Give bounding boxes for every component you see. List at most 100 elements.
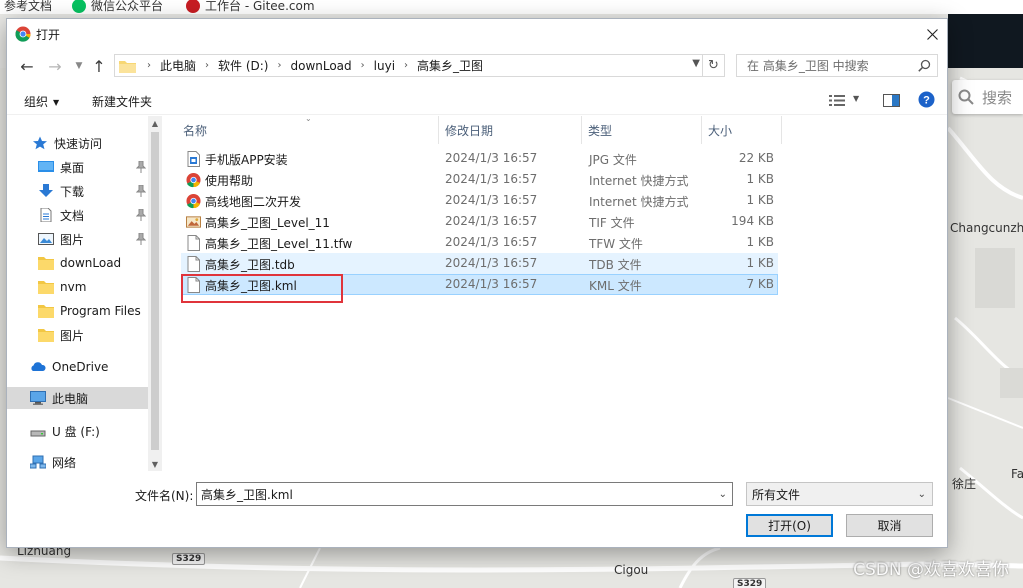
column-label: 类型 [588,123,613,138]
file-row[interactable]: 使用帮助 2024/1/3 16:57 Internet 快捷方式 1 KB [181,169,778,190]
scroll-down-icon[interactable]: ▼ [148,457,162,471]
nav-folder-pictures[interactable]: 图片 [7,324,148,346]
open-button[interactable]: 打开(O) [746,514,833,537]
up-arrow-icon: ↑ [92,56,106,76]
breadcrumb-item[interactable]: 高集乡_卫图 [417,57,483,74]
column-size[interactable]: 大小 [702,116,782,144]
filename-field[interactable]: 高集乡_卫图.kml ⌄ [196,482,733,506]
address-dropdown-icon[interactable]: ▼ [692,58,700,69]
up-button[interactable]: ↑ [89,56,109,76]
filename-label: 文件名(N): [135,489,194,503]
file-size: 194 KB [731,214,774,228]
view-options-icon[interactable] [829,95,845,106]
svg-text:?: ? [923,95,930,107]
file-type: Internet 快捷方式 [589,195,689,209]
nav-onedrive[interactable]: OneDrive [7,356,148,378]
new-folder-label: 新建文件夹 [92,95,153,109]
back-button[interactable]: ← [17,56,37,76]
bookmark-label: 参考文档 [4,0,53,13]
search-placeholder: 在 高集乡_卫图 中搜索 [747,59,869,73]
nav-this-pc[interactable]: 此电脑 [7,387,148,409]
nav-scrollbar[interactable]: ▲ ▼ [148,116,162,471]
file-size: 1 KB [746,193,774,207]
scroll-up-icon[interactable]: ▲ [148,116,162,130]
nav-documents[interactable]: 文档 [7,204,148,226]
chevron-right-icon: › [147,60,151,71]
file-date: 2024/1/3 16:57 [445,256,538,270]
star-icon [33,136,47,150]
file-row[interactable]: 高线地图二次开发 2024/1/3 16:57 Internet 快捷方式 1 … [181,190,778,211]
nav-folder-download[interactable]: downLoad [7,252,148,274]
nav-label: 下载 [60,184,85,199]
file-size: 1 KB [746,256,774,270]
bookmark-label: 微信公众平台 [91,0,164,13]
file-row[interactable]: 手机版APP安装 2024/1/3 16:57 JPG 文件 22 KB [181,148,778,169]
search-icon [918,59,931,72]
nav-folder-nvm[interactable]: nvm [7,276,148,298]
view-dropdown-icon[interactable]: ▼ [853,94,859,103]
organize-button[interactable]: 组织 ▼ [24,93,59,110]
column-type[interactable]: 类型 [582,116,702,144]
file-name: 手机版APP安装 [205,153,288,167]
nav-network[interactable]: 网络 [7,451,148,473]
file-size: 22 KB [738,151,774,165]
file-row[interactable]: 高集乡_卫图_Level_11.tfw 2024/1/3 16:57 TFW 文… [181,232,778,253]
nav-downloads[interactable]: 下载 [7,180,148,202]
breadcrumb-item[interactable]: 软件 (D:) [218,57,268,74]
bookmark-docs[interactable]: 参考文档 [4,0,52,14]
file-size: 1 KB [746,235,774,249]
help-icon[interactable]: ? [918,91,935,108]
breadcrumb-item[interactable]: luyi [374,59,395,73]
nav-label: 图片 [60,232,85,247]
breadcrumb-item[interactable]: 此电脑 [160,57,196,74]
preview-pane-icon[interactable] [883,94,900,107]
chevron-right-icon: › [277,60,282,71]
gitee-icon [186,0,200,13]
bookmarks-bar: 参考文档 微信公众平台 工作台 - Gitee.com [0,0,1023,14]
nav-pictures[interactable]: 图片 [7,228,148,250]
file-row[interactable]: 高集乡_卫图_Level_11 2024/1/3 16:57 TIF 文件 19… [181,211,778,232]
tif-file-icon [186,216,201,228]
breadcrumb-item[interactable]: downLoad [290,59,351,73]
cancel-button[interactable]: 取消 [846,514,933,537]
refresh-button[interactable]: ↻ [702,55,724,76]
file-row[interactable]: 高集乡_卫图.tdb 2024/1/3 16:57 TDB 文件 1 KB [181,253,778,274]
forward-button[interactable]: → [45,56,65,76]
bookmark-gitee[interactable]: 工作台 - Gitee.com [186,0,315,14]
scrollbar-thumb[interactable] [151,132,159,450]
chevron-right-icon: › [205,60,210,71]
chrome-icon [15,26,31,42]
file-size: 7 KB [746,277,774,291]
nav-quick-access[interactable]: 快速访问 [7,132,148,154]
folder-icon [38,281,54,294]
recent-locations-button[interactable]: ▼ [69,56,89,76]
chevron-down-icon[interactable]: ⌄ [719,489,727,500]
file-type: TFW 文件 [589,237,643,251]
pin-icon [136,161,146,173]
file-name: 高集乡_卫图_Level_11.tfw [205,237,353,251]
close-button[interactable] [917,19,947,49]
nav-usb-drive[interactable]: U 盘 (F:) [7,420,148,442]
image-file-icon [187,151,200,167]
blank-file-icon [187,256,200,272]
chevron-right-icon: › [404,60,409,71]
new-folder-button[interactable]: 新建文件夹 [92,93,152,110]
file-list-scrollbar[interactable] [933,116,947,471]
map-place-label: 徐庄 [952,477,977,491]
nav-desktop[interactable]: 桌面 [7,156,148,178]
column-label: 修改日期 [445,123,494,138]
dialog-titlebar[interactable]: 打开 [7,19,947,49]
cancel-button-label: 取消 [877,519,902,533]
nav-label: 图片 [60,328,85,343]
column-name[interactable]: 名称 ⌄ [181,114,439,144]
folder-icon [38,329,54,342]
column-date[interactable]: 修改日期 [439,116,582,144]
bookmark-wechat[interactable]: 微信公众平台 [72,0,163,14]
column-label: 大小 [708,123,733,138]
nav-folder-program-files[interactable]: Program Files [7,300,148,322]
search-input[interactable]: 在 高集乡_卫图 中搜索 [736,54,938,77]
map-search-box[interactable]: 搜索 [952,80,1023,114]
filetype-select[interactable]: 所有文件 ⌄ [746,482,933,506]
address-bar[interactable]: › 此电脑 › 软件 (D:) › downLoad › luyi › 高集乡_… [114,54,725,77]
pin-icon [136,209,146,221]
